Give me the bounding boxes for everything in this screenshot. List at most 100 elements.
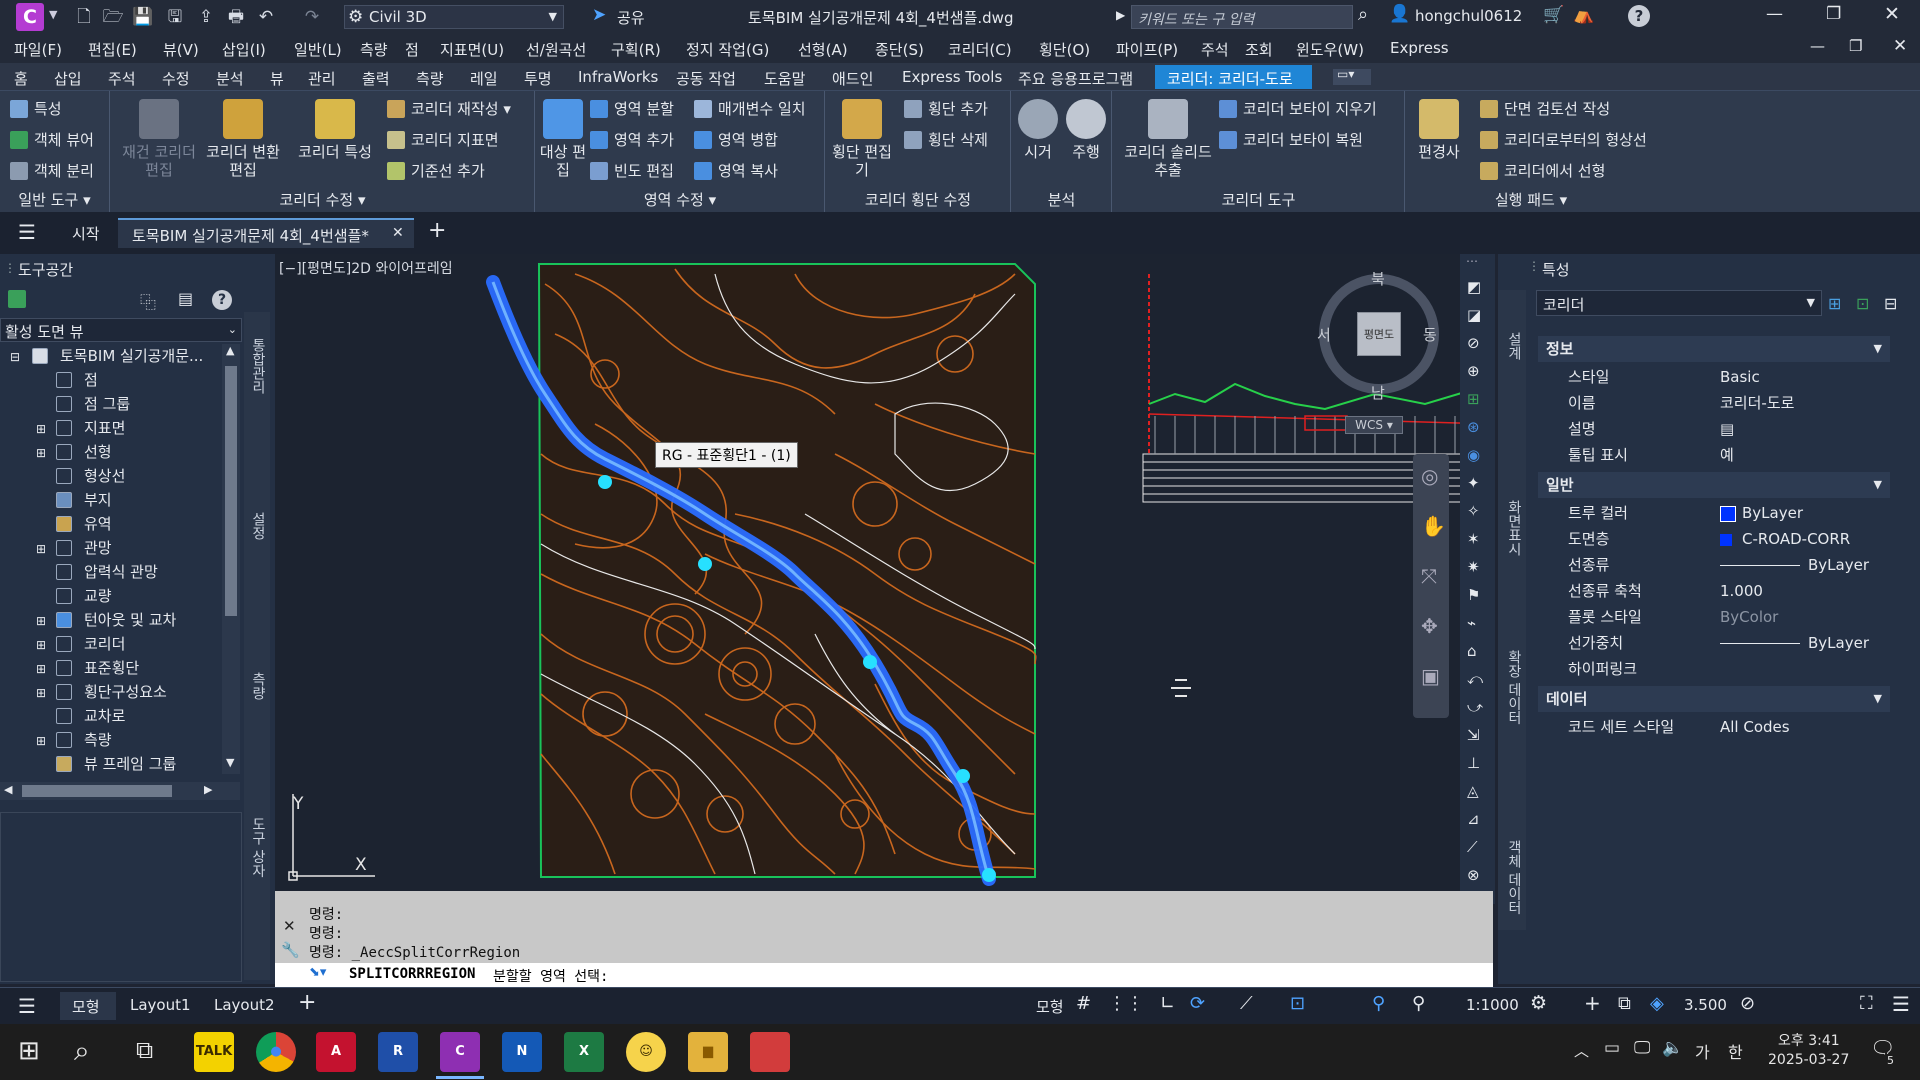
- expand-icon[interactable]: ⊞: [36, 638, 46, 652]
- search-icon[interactable]: ⌕: [1358, 4, 1368, 25]
- expand-icon[interactable]: ⊞: [36, 422, 46, 436]
- tool-icon[interactable]: ⊥: [1467, 754, 1480, 772]
- expand-icon[interactable]: ⊞: [36, 734, 46, 748]
- compass-south[interactable]: 남: [1371, 382, 1385, 403]
- tray-chevron-icon[interactable]: ︿: [1574, 1040, 1589, 1061]
- menu-insert[interactable]: 삽입(I): [222, 39, 266, 60]
- command-close-icon[interactable]: ✕: [283, 917, 296, 935]
- description-editor-icon[interactable]: ▤: [1720, 416, 1734, 442]
- split-region-button[interactable]: 영역 분할: [588, 97, 674, 121]
- doc-close-icon[interactable]: ✕: [1893, 36, 1907, 56]
- tool-icon[interactable]: ⊞: [1467, 390, 1480, 408]
- section-editor-button[interactable]: 횡단 편집기: [832, 99, 892, 179]
- save-icon[interactable]: 💾: [131, 5, 155, 29]
- command-prompt-icon[interactable]: ⬊▾: [309, 965, 326, 980]
- tab-rail[interactable]: 레일: [470, 68, 498, 89]
- menu-lines-curves[interactable]: 선/원곡선: [526, 39, 586, 60]
- sight-distance-button[interactable]: 시거: [1016, 99, 1060, 161]
- search-input[interactable]: 키워드 또는 구 입력: [1131, 5, 1353, 29]
- tree-horizontal-scrollbar[interactable]: ◀ ▶: [0, 782, 240, 800]
- menu-express[interactable]: Express: [1390, 39, 1449, 57]
- tree-item-subassemblies[interactable]: ⊞ 횡단구성요소: [36, 680, 167, 704]
- feature-lines-from-corridor-button[interactable]: 코리더로부터의 형상선: [1478, 128, 1647, 152]
- properties-button[interactable]: 특성: [8, 97, 62, 121]
- tool-icon[interactable]: ⤻: [1467, 698, 1483, 716]
- a360-icon[interactable]: ⛺: [1573, 5, 1594, 25]
- tab-layout2[interactable]: Layout2: [214, 996, 275, 1014]
- section-data[interactable]: 데이터 ▼: [1538, 686, 1890, 712]
- annotation-visibility-icon[interactable]: ⚲: [1372, 993, 1385, 1014]
- tool-icon[interactable]: ⚑: [1467, 586, 1480, 604]
- panel-launch-pad-title[interactable]: 실행 패드 ▾: [1406, 189, 1656, 210]
- doc-restore-icon[interactable]: ❐: [1849, 37, 1862, 55]
- merge-region-button[interactable]: 영역 병합: [692, 128, 778, 152]
- excel-icon[interactable]: X: [564, 1032, 604, 1072]
- tool-icon[interactable]: ⟋: [1467, 838, 1478, 856]
- tool-icon[interactable]: ✦: [1467, 474, 1480, 492]
- volume-icon[interactable]: 🔈: [1662, 1038, 1683, 1058]
- cart-icon[interactable]: 🛒: [1543, 5, 1564, 25]
- user-icon[interactable]: 👤: [1389, 4, 1410, 24]
- tab-view[interactable]: 뷰: [270, 68, 284, 89]
- expand-icon[interactable]: ⊞: [36, 686, 46, 700]
- tab-layout1[interactable]: Layout1: [130, 996, 191, 1014]
- language-indicator[interactable]: 한: [1728, 1039, 1743, 1063]
- panel-region-modify-title[interactable]: 영역 수정 ▾: [536, 189, 824, 210]
- menu-grading[interactable]: 정지 작업(G): [686, 39, 769, 60]
- object-viewer-button[interactable]: 객체 뷰어: [8, 128, 94, 152]
- share-button[interactable]: 공유: [617, 7, 645, 28]
- task-view-icon[interactable]: ⧉: [136, 1036, 153, 1064]
- menu-view[interactable]: 뷰(V): [163, 39, 199, 60]
- side-tab-extended-data[interactable]: 확장 데이터: [1504, 650, 1524, 724]
- new-file-icon[interactable]: 🗋: [72, 5, 96, 29]
- prop-row-hyperlink[interactable]: 하이퍼링크: [1528, 656, 1898, 682]
- compass-west[interactable]: 서: [1317, 324, 1331, 345]
- tab-manage[interactable]: 관리: [308, 68, 336, 89]
- collapse-icon[interactable]: ⊟: [10, 350, 20, 364]
- network-icon[interactable]: 🖵: [1634, 1038, 1650, 1058]
- tab-home[interactable]: 홈: [14, 68, 28, 89]
- corridor-properties-button[interactable]: 코리더 특성: [289, 99, 381, 161]
- ortho-icon[interactable]: ∟: [1160, 993, 1175, 1014]
- toolspace-help-icon[interactable]: ?: [212, 290, 232, 310]
- menu-inquiry[interactable]: 조회: [1245, 39, 1273, 60]
- kakaotalk-icon[interactable]: TALK: [194, 1032, 234, 1072]
- close-tab-icon[interactable]: ✕: [392, 225, 404, 241]
- create-sample-lines-button[interactable]: 단면 검토선 작성: [1478, 97, 1610, 121]
- scroll-left-icon[interactable]: ◀: [4, 783, 12, 796]
- corridor-surface-button[interactable]: 코리더 지표면: [385, 128, 499, 152]
- object-snap-icon[interactable]: ⊡: [1290, 993, 1305, 1014]
- tree-item-corridors[interactable]: ⊞ 코리더: [36, 632, 125, 656]
- tree-item-alignments[interactable]: ⊞ 선형: [36, 440, 112, 464]
- menu-point[interactable]: 점: [405, 39, 419, 60]
- tab-insert[interactable]: 삽입: [54, 68, 82, 89]
- zoom-extents-icon[interactable]: ⤧: [1421, 564, 1437, 588]
- help-icon[interactable]: ?: [1628, 5, 1650, 27]
- menu-annotate[interactable]: 주석: [1201, 39, 1229, 60]
- pan-icon[interactable]: ✋: [1421, 514, 1446, 538]
- tab-analyze[interactable]: 분석: [216, 68, 244, 89]
- tree-vertical-scrollbar[interactable]: ▲ ▼: [222, 344, 240, 774]
- tool-icon[interactable]: ◉: [1467, 446, 1480, 464]
- menu-survey[interactable]: 측량: [360, 39, 388, 60]
- layout-menu-icon[interactable]: ☰: [18, 994, 36, 1018]
- tool-icon[interactable]: ⊛: [1467, 418, 1480, 436]
- clock-time[interactable]: 오후 3:41: [1778, 1030, 1840, 1050]
- elevation-value[interactable]: 3.500: [1684, 996, 1727, 1014]
- tool-icon[interactable]: ✶: [1467, 530, 1480, 548]
- prop-row-description[interactable]: 설명 ▤: [1528, 416, 1898, 442]
- tab-express-tools[interactable]: Express Tools: [902, 68, 1002, 86]
- civil3d-icon[interactable]: C: [440, 1032, 480, 1072]
- tab-output[interactable]: 출력: [362, 68, 390, 89]
- menu-parcel[interactable]: 구획(R): [611, 39, 661, 60]
- tool-icon[interactable]: ◬: [1467, 782, 1479, 800]
- menu-pipe[interactable]: 파이프(P): [1116, 39, 1178, 60]
- app-logo[interactable]: C: [16, 3, 44, 31]
- app-menu-chevron-icon[interactable]: ▼: [49, 8, 57, 21]
- tool-icon[interactable]: ◩: [1467, 278, 1481, 296]
- viewcube-face[interactable]: 평면도: [1357, 312, 1401, 356]
- workspace-select[interactable]: ⚙ Civil 3D ▼: [344, 5, 564, 29]
- toggle-pickadd-icon[interactable]: ⊞: [1828, 294, 1841, 313]
- side-tab-toolbox[interactable]: 도구 상자: [248, 817, 268, 877]
- select-objects-icon[interactable]: ⊡: [1856, 294, 1869, 313]
